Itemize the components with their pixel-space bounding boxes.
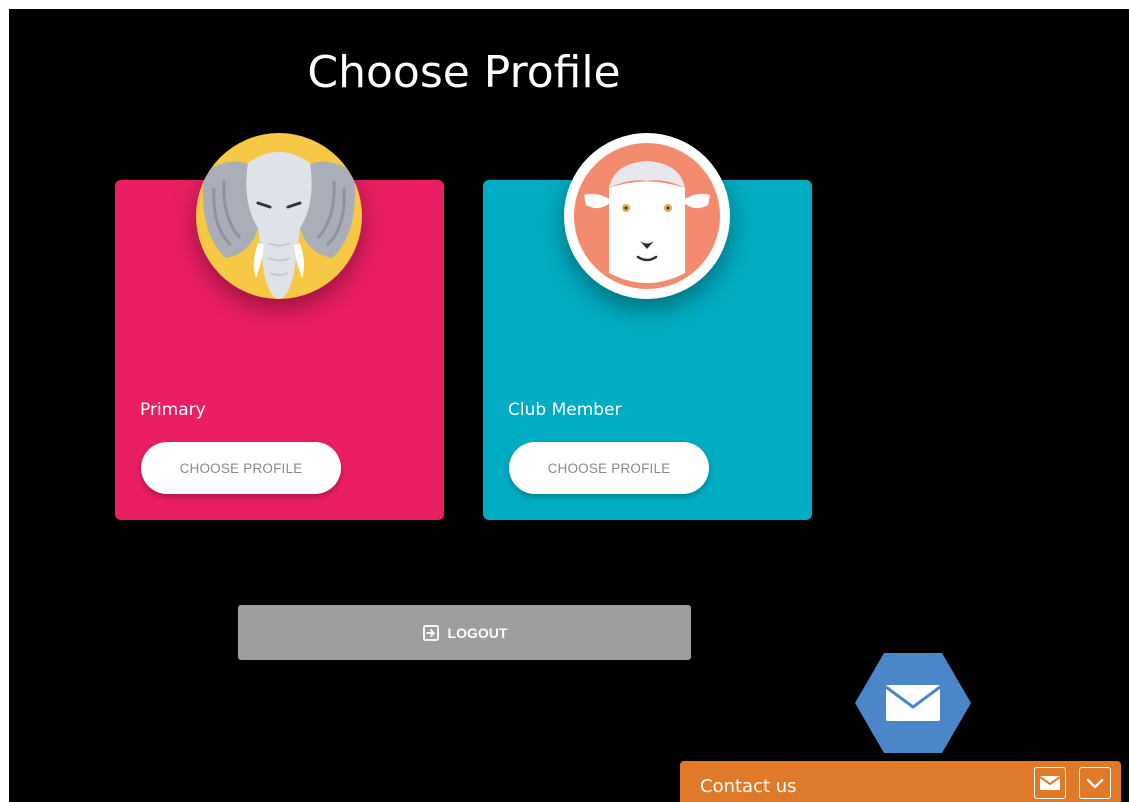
profile-chooser-screen: Choose Profile Primary CHOOSE PROFILE Cl… — [9, 9, 1129, 802]
choose-profile-button-primary[interactable]: CHOOSE PROFILE — [141, 442, 341, 494]
profile-label: Primary — [140, 400, 206, 420]
logout-label: LOGOUT — [447, 624, 508, 641]
floating-mail-button[interactable] — [855, 653, 971, 753]
choose-profile-button-club-member[interactable]: CHOOSE PROFILE — [509, 442, 709, 494]
contact-us-bar[interactable]: Contact us — [680, 761, 1121, 802]
contact-us-label: Contact us — [700, 776, 797, 797]
profile-label: Club Member — [508, 400, 622, 420]
sheep-avatar — [564, 133, 730, 299]
profile-card-club-member: Club Member CHOOSE PROFILE — [483, 133, 812, 520]
elephant-avatar — [196, 133, 362, 299]
page-title: Choose Profile — [307, 47, 621, 98]
logout-button[interactable]: LOGOUT — [238, 605, 691, 660]
profile-card-primary: Primary CHOOSE PROFILE — [115, 133, 444, 520]
logout-icon — [422, 624, 440, 642]
mail-icon — [885, 685, 941, 721]
chevron-down-icon[interactable] — [1079, 767, 1111, 799]
mail-icon[interactable] — [1034, 767, 1066, 799]
